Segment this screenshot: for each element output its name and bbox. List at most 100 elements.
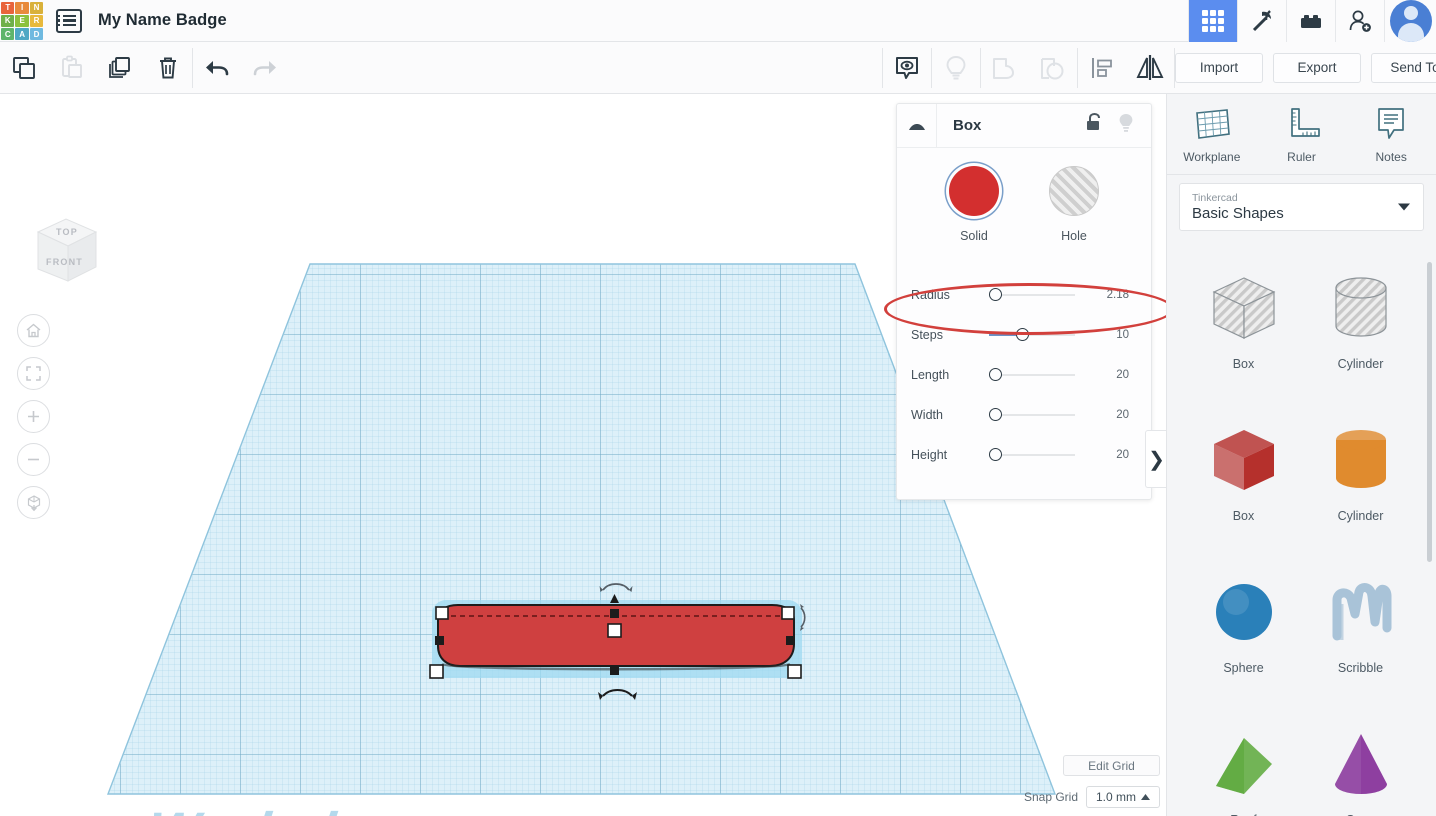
property-slider[interactable] (989, 408, 1075, 422)
workplane-tool-label: Workplane (1183, 149, 1241, 164)
cone-shape-icon (1321, 726, 1401, 807)
group-icon[interactable] (981, 42, 1029, 94)
property-value[interactable]: 10 (1116, 329, 1129, 341)
export-button[interactable]: Export (1273, 52, 1361, 83)
collapse-caret-icon[interactable] (897, 103, 937, 148)
slider-knob[interactable] (989, 368, 1002, 381)
redo-icon[interactable] (241, 42, 289, 94)
slider-knob[interactable] (989, 448, 1002, 461)
shape-item-box[interactable]: Box (1185, 396, 1302, 548)
view-cube[interactable]: TOP FRONT (26, 207, 106, 292)
roof-shape-icon (1204, 726, 1284, 807)
inspector-body: Solid Hole Radius 2.18 Steps 10 Length 20 Widt… (897, 148, 1151, 475)
property-label: Height (911, 448, 948, 462)
property-label: Radius (911, 288, 950, 302)
snap-grid-label: Snap Grid (1023, 790, 1078, 804)
mirror-icon[interactable] (1126, 42, 1174, 94)
slider-knob[interactable] (1015, 328, 1029, 341)
edit-tools-group (0, 42, 289, 94)
view-cube-front-label[interactable]: FRONT (46, 257, 83, 267)
top-bar: TIN KER CAD My Name Badge (0, 0, 1436, 42)
avatar[interactable] (1384, 0, 1436, 42)
zoom-in-icon[interactable] (17, 400, 50, 433)
solid-color-swatch[interactable] (949, 166, 999, 216)
paste-icon[interactable] (48, 42, 96, 94)
shape-item-scribble[interactable]: Scribble (1302, 548, 1419, 700)
shape-item-label: Cylinder (1337, 356, 1384, 371)
workplane-tool[interactable]: Workplane (1167, 94, 1257, 174)
property-row-height: Height 20 (897, 435, 1151, 475)
duplicate-icon[interactable] (96, 42, 144, 94)
property-slider[interactable] (989, 368, 1075, 382)
delete-icon[interactable] (144, 42, 192, 94)
shape-item-cylinder-hole[interactable]: Cylinder (1302, 244, 1419, 396)
shapes-scrollbar[interactable] (1427, 262, 1432, 562)
property-row-steps: Steps 10 (897, 315, 1151, 355)
property-slider[interactable] (989, 288, 1075, 302)
property-slider[interactable] (989, 448, 1075, 462)
undo-icon[interactable] (193, 42, 241, 94)
unlocked-padlock-icon[interactable] (1085, 112, 1103, 139)
toolbar-actions: Import Export Send To (1175, 52, 1436, 83)
hole-mode-option[interactable]: Hole (1049, 166, 1099, 243)
property-value[interactable]: 20 (1116, 369, 1129, 381)
chevron-right-icon[interactable]: ❯ (1145, 430, 1167, 488)
property-label: Steps (911, 328, 943, 342)
view-cube-top-label[interactable]: TOP (56, 227, 78, 237)
solid-mode-option[interactable]: Solid (949, 166, 999, 243)
send-to-button[interactable]: Send To (1371, 52, 1436, 83)
pickaxe-icon[interactable] (1237, 0, 1286, 42)
lightbulb-icon[interactable] (932, 42, 980, 94)
property-slider[interactable] (989, 328, 1075, 342)
shape-item-sphere[interactable]: Sphere (1185, 548, 1302, 700)
perspective-toggle-icon[interactable] (17, 486, 50, 519)
shape-item-box-hole[interactable]: Box (1185, 244, 1302, 396)
grid-controls: Edit Grid Snap Grid 1.0 mm (1024, 755, 1160, 808)
cylinder-shape-icon (1321, 422, 1401, 503)
shapes-library: Box Cylinder Box Cylinder Sphere Scribble Roof… (1167, 244, 1436, 816)
box-shape-icon (1204, 270, 1284, 351)
brick-icon[interactable] (1286, 0, 1335, 42)
slider-knob[interactable] (989, 288, 1002, 301)
property-value[interactable]: 20 (1116, 449, 1129, 461)
scribble-shape-icon (1321, 574, 1401, 655)
apps-grid-icon[interactable] (1188, 0, 1237, 42)
edit-grid-button[interactable]: Edit Grid (1063, 755, 1160, 776)
invite-person-icon[interactable] (1335, 0, 1384, 42)
fit-view-icon[interactable] (17, 357, 50, 390)
ruler-tool[interactable]: Ruler (1257, 94, 1347, 174)
lightbulb-icon[interactable] (1117, 112, 1135, 139)
hole-pattern-swatch[interactable] (1049, 166, 1099, 216)
page-title: My Name Badge (98, 11, 227, 29)
home-view-icon[interactable] (17, 314, 50, 347)
tinkercad-logo[interactable]: TIN KER CAD (0, 0, 44, 42)
shape-item-label: Scribble (1337, 660, 1384, 675)
shape-item-cylinder[interactable]: Cylinder (1302, 396, 1419, 548)
logo-tile: E (15, 14, 29, 28)
notes-icon (1378, 107, 1405, 139)
logo-tile: I (15, 1, 29, 14)
inspector-header-icons (1085, 112, 1151, 139)
zoom-out-icon[interactable] (17, 443, 50, 476)
shape-item-label: Cone (1346, 813, 1376, 816)
library-owner-label: Tinkercad (1192, 192, 1238, 204)
import-button[interactable]: Import (1175, 52, 1263, 83)
show-hide-icon[interactable] (883, 42, 931, 94)
slider-knob[interactable] (989, 408, 1002, 421)
property-value[interactable]: 20 (1116, 409, 1129, 421)
ungroup-icon[interactable] (1029, 42, 1077, 94)
shape-item-roof[interactable]: Roof (1185, 700, 1302, 816)
helper-tools-row: Workplane Ruler Notes (1167, 94, 1436, 174)
ruler-icon (1290, 107, 1320, 137)
snap-grid-select[interactable]: 1.0 mm (1086, 786, 1160, 808)
property-value[interactable]: 2.18 (1107, 289, 1129, 301)
shape-library-select[interactable]: Tinkercad Basic Shapes (1179, 183, 1424, 231)
shape-inspector-panel: Box Solid Hole Radius 2.18 Steps 10 Leng… (896, 103, 1152, 500)
align-icon[interactable] (1078, 42, 1126, 94)
user-avatar-image (1389, 0, 1432, 42)
list-menu-icon[interactable] (56, 8, 82, 33)
selected-shape-box[interactable] (420, 574, 820, 719)
notes-tool[interactable]: Notes (1346, 94, 1436, 174)
copy-icon[interactable] (0, 42, 48, 94)
shape-item-cone[interactable]: Cone (1302, 700, 1419, 816)
